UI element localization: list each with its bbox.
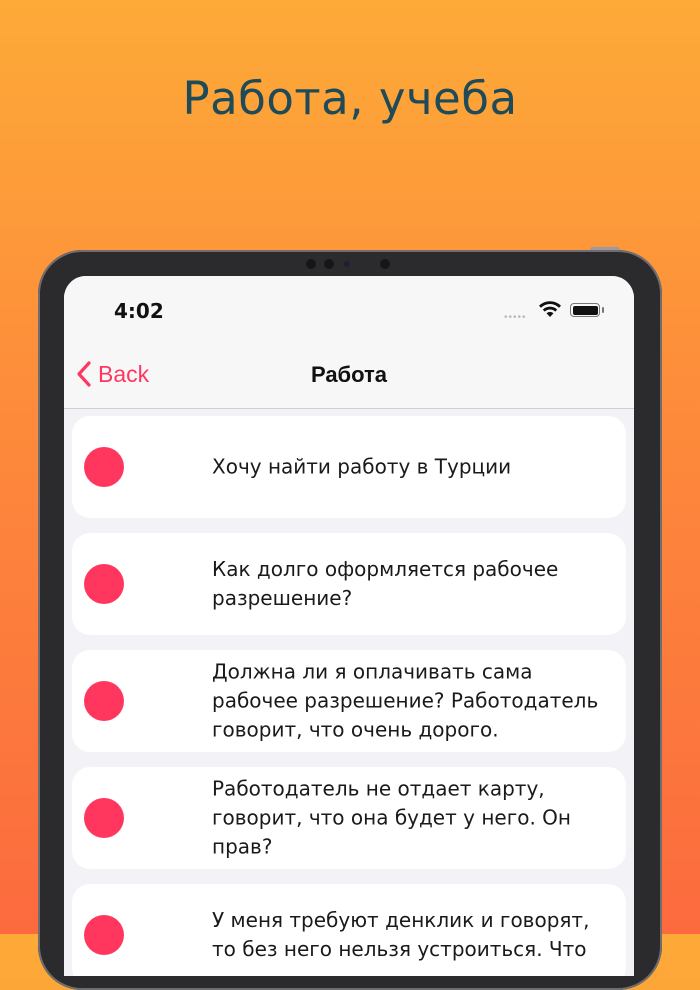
promo-title: Работа, учеба [182,72,518,125]
red-dot-icon [84,447,124,487]
list-item[interactable]: Работодатель не отдает карту, говорит, ч… [72,767,626,869]
status-bar: 4:02 ••••• [64,276,634,336]
app-screen: 4:02 ••••• Back Работа Хочу найти работу… [64,276,634,976]
question-text: Должна ли я оплачивать сама рабочее разр… [212,659,599,742]
red-dot-icon [84,798,124,838]
list-item[interactable]: Как долго оформляется рабочее разрешение… [72,533,626,635]
question-text: Как долго оформляется рабочее разрешение… [212,557,559,610]
red-dot-icon [84,564,124,604]
question-text: Хочу найти работу в Турции [212,454,512,479]
front-sensor [306,259,316,269]
battery-icon [570,303,600,317]
front-sensor [324,259,334,269]
wifi-icon [539,301,561,317]
red-dot-icon [84,915,124,955]
signal-dots-icon: ••••• [504,312,527,323]
list-item[interactable]: У меня требуют денклик и говорят, то без… [72,884,626,976]
list-item[interactable]: Должна ли я оплачивать сама рабочее разр… [72,650,626,752]
question-text: У меня требуют денклик и говорят, то без… [212,908,590,961]
question-text: Работодатель не отдает карту, говорит, ч… [212,776,571,859]
front-camera [344,261,350,267]
list-item[interactable]: Хочу найти работу в Турции [72,416,626,518]
page-title: Работа [310,362,388,387]
status-time: 4:02 [114,299,164,323]
navigation-bar: Back Работа [64,336,634,409]
battery-tip [602,307,604,313]
battery-level [572,305,598,315]
front-sensor [380,259,390,269]
red-dot-icon [84,681,124,721]
